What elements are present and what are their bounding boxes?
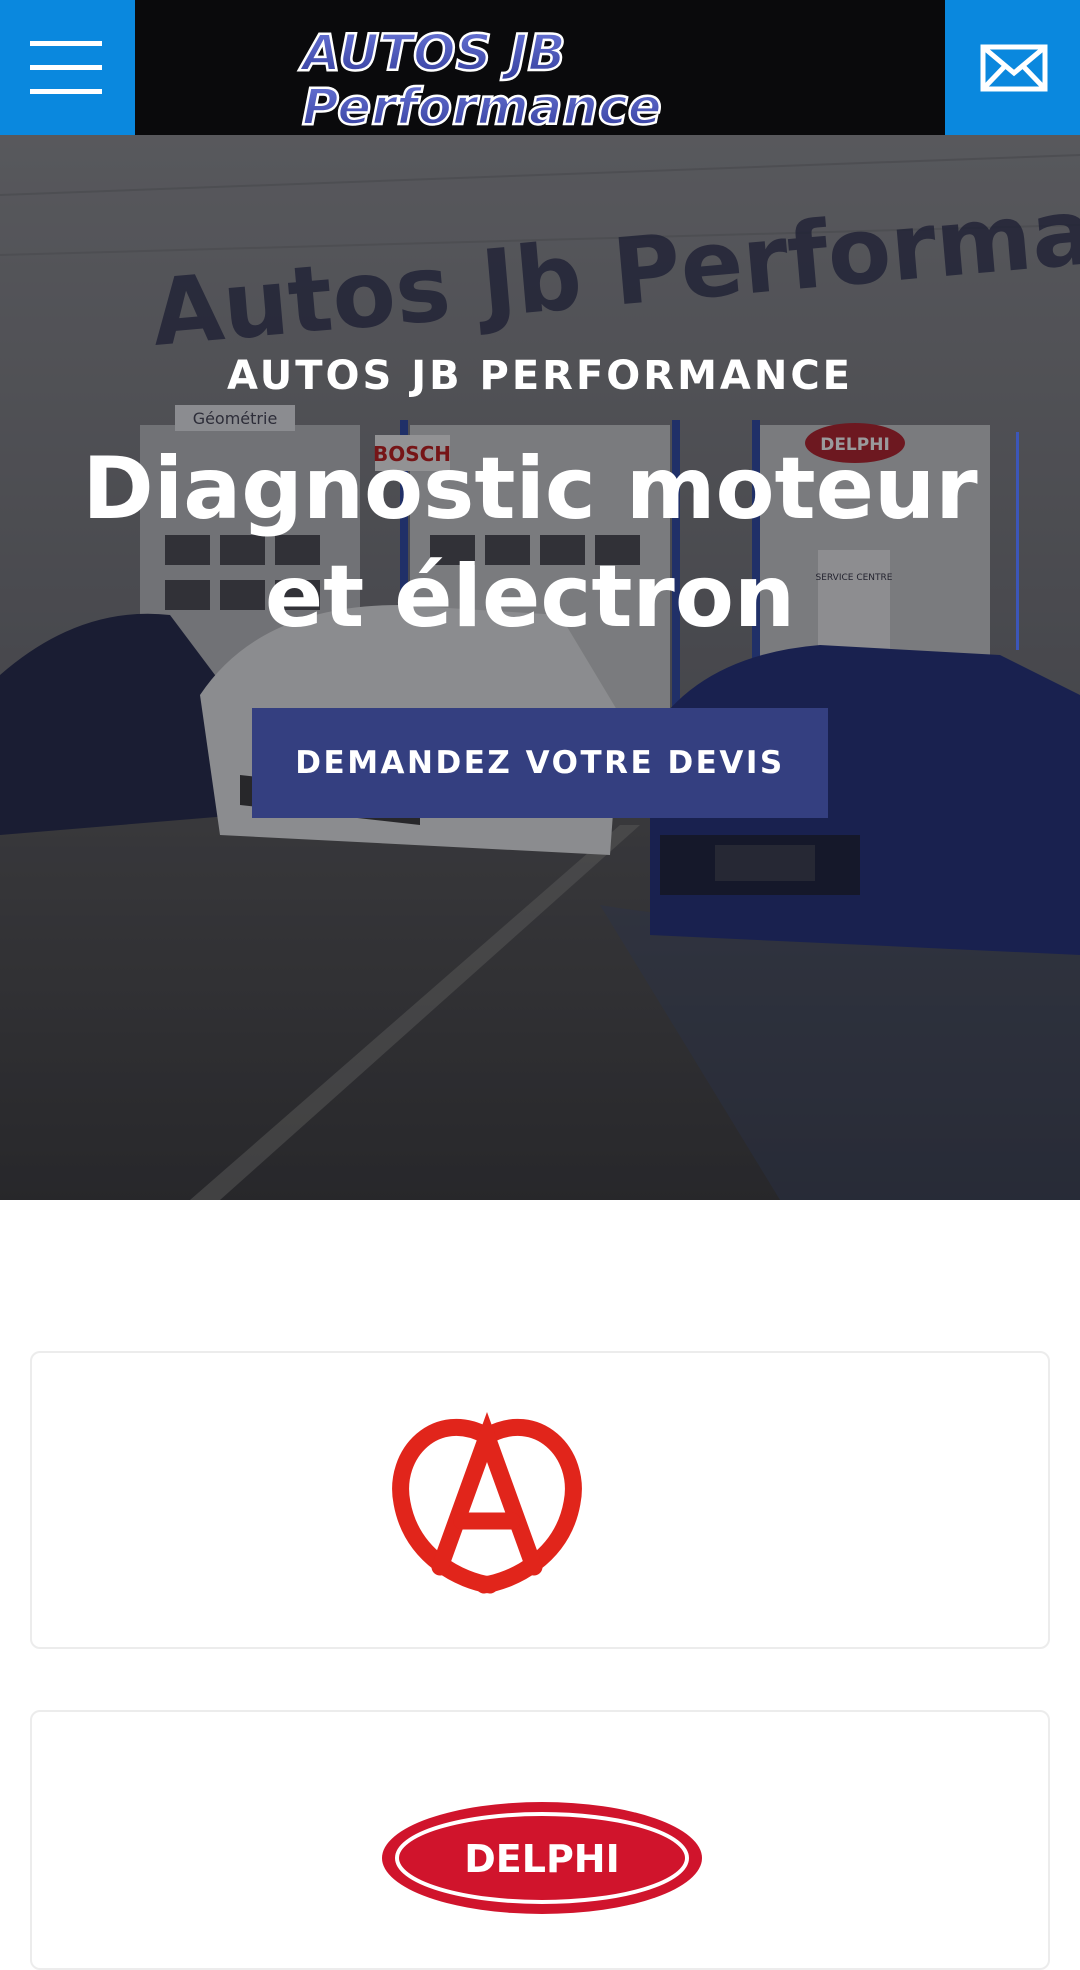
delphi-logo-text: DELPHI [464, 1837, 620, 1881]
logo-line2: Performance [302, 78, 662, 132]
logo-line1: AUTOS JB [298, 24, 566, 82]
site-header: AUTOS JB Performance [0, 0, 1080, 138]
hamburger-menu-icon-bar [30, 65, 102, 70]
origine-auvergne-logo [392, 1411, 582, 1594]
hero-overlay [0, 135, 1080, 1200]
hero-decorative-line [1016, 432, 1019, 650]
partner-card: DELPHI [30, 1710, 1050, 1970]
menu-button[interactable] [0, 0, 135, 135]
hero-title: Diagnostic moteur et électron [82, 439, 978, 647]
partner-card [30, 1351, 1050, 1649]
delphi-logo: DELPHI [352, 1764, 732, 1944]
hero-kicker: AUTOS JB PERFORMANCE [226, 353, 853, 399]
request-quote-button[interactable]: DEMANDEZ VOTRE DEVIS [252, 708, 828, 818]
contact-mail-button[interactable] [945, 0, 1080, 135]
hamburger-menu-icon-bar [30, 89, 102, 94]
hero-banner: Autos Jb Performa Géométrie BOSCH DELPHI… [0, 135, 1080, 1200]
hamburger-menu-icon [30, 41, 102, 46]
envelope-icon [980, 44, 1048, 92]
site-logo[interactable]: AUTOS JB Performance [290, 22, 790, 138]
